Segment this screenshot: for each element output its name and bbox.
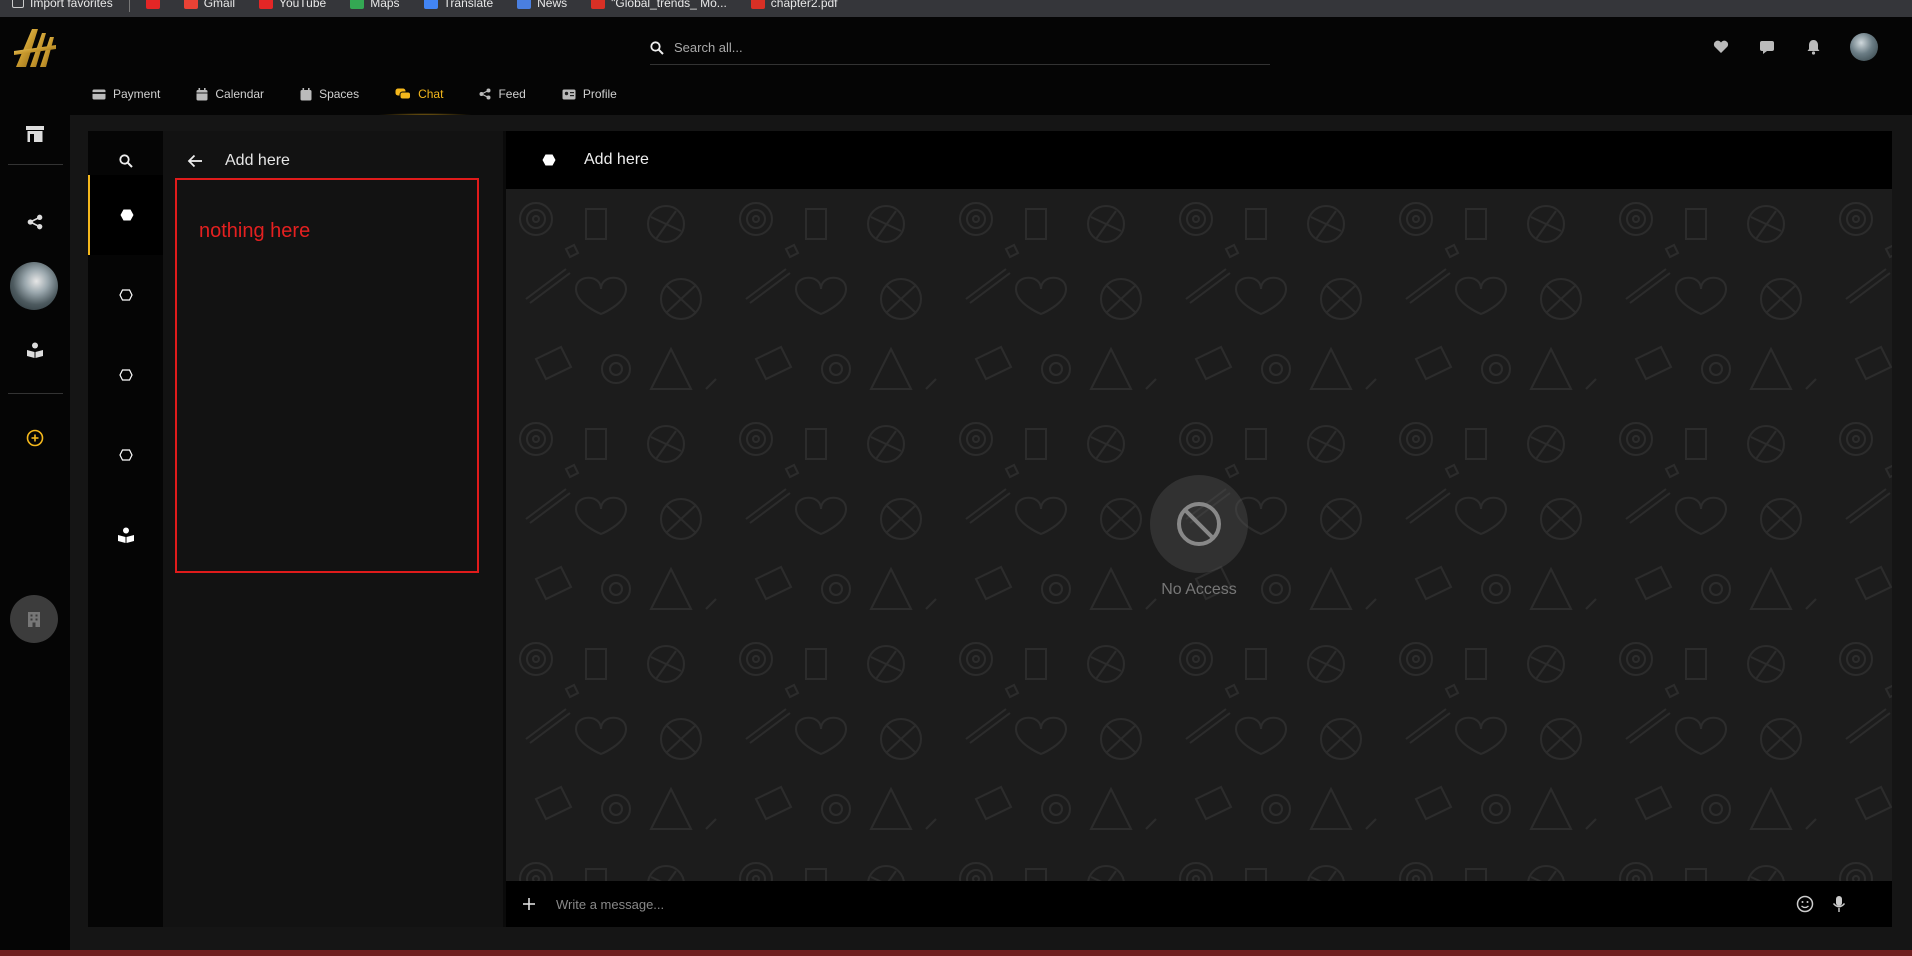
card-icon [92, 89, 106, 99]
bookmark-maps[interactable]: Maps [338, 0, 411, 10]
reader-icon [117, 527, 134, 543]
header-actions [1712, 33, 1878, 61]
back-arrow-icon[interactable] [187, 154, 203, 168]
prohibited-icon [1177, 502, 1221, 546]
hexagon-outline-icon [118, 449, 133, 461]
search-input[interactable] [674, 40, 1234, 55]
no-access-text: No Access [1161, 581, 1237, 598]
bookmark-chapter2[interactable]: chapter2.pdf [739, 0, 850, 10]
brand-logo[interactable] [12, 23, 58, 71]
hexagon-filled-icon [120, 209, 133, 221]
news-icon [517, 0, 532, 9]
bookmark-news[interactable]: News [505, 0, 579, 10]
bookmark-youtube[interactable]: YouTube [247, 0, 338, 10]
translate-icon [423, 0, 438, 9]
main-area: Add here nothing here Add here No Access… [70, 115, 1912, 950]
space-item-5[interactable] [88, 495, 163, 575]
heart-icon[interactable] [1712, 38, 1730, 56]
no-access-badge [1150, 475, 1248, 573]
hexagon-outline-icon [118, 369, 133, 381]
bookmark-separator [128, 0, 130, 12]
tab-calendar[interactable]: Calendar [196, 83, 286, 105]
rail-divider [8, 393, 63, 394]
empty-note: nothing here [199, 220, 311, 242]
space-item-1[interactable] [88, 175, 163, 255]
search-icon [118, 154, 133, 168]
bell-icon[interactable] [1804, 38, 1822, 56]
tab-feed[interactable]: Feed [479, 83, 547, 105]
store-icon[interactable] [20, 119, 50, 149]
microphone-icon[interactable] [1832, 895, 1846, 913]
annotation-box: nothing here [175, 178, 479, 573]
id-card-icon [562, 89, 576, 99]
main-nav-tabs: Payment Calendar Spaces Chat Feed Profil… [92, 83, 653, 119]
gmail-icon [183, 0, 198, 9]
share-icon[interactable] [20, 207, 50, 237]
tab-spaces[interactable]: Spaces [300, 83, 381, 105]
chat-window: Add here No Access Write a message... [506, 131, 1892, 927]
bookmark-youtube-short[interactable] [134, 0, 172, 9]
space-item-4[interactable] [88, 415, 163, 495]
share-icon [479, 88, 491, 100]
chat-icon [395, 88, 412, 99]
pdf-icon [591, 0, 606, 9]
bookmark-global-trends[interactable]: "Global_trends_ Mo... [579, 0, 739, 10]
hexagon-outline-icon [118, 289, 133, 301]
conversation-list: Add here nothing here [163, 131, 503, 927]
app-header: Payment Calendar Spaces Chat Feed Profil… [0, 17, 1912, 119]
building-button[interactable] [10, 595, 58, 643]
bookmark-gmail[interactable]: Gmail [172, 0, 247, 10]
rail-divider [8, 164, 63, 165]
spaces-icon [300, 87, 312, 100]
maps-icon [350, 0, 365, 9]
calendar-icon [196, 87, 208, 100]
hexagon-filled-icon [542, 154, 556, 166]
add-circle-icon[interactable] [20, 423, 50, 453]
import-icon [12, 0, 24, 8]
reader-icon[interactable] [20, 335, 50, 365]
tab-profile[interactable]: Profile [562, 83, 639, 105]
building-icon [28, 612, 40, 627]
messages-icon[interactable] [1758, 38, 1776, 56]
chat-panel: Add here nothing here Add here No Access… [88, 131, 1892, 927]
space-item-3[interactable] [88, 335, 163, 415]
bookmarks-bar: Import favorites Gmail YouTube Maps Tran… [0, 0, 1912, 17]
community-avatar[interactable] [10, 262, 58, 310]
youtube-icon [259, 0, 274, 9]
space-switcher [88, 131, 163, 927]
list-title: Add here [225, 152, 290, 169]
youtube-icon [145, 0, 160, 9]
global-search[interactable] [650, 31, 1270, 65]
message-composer [506, 881, 1892, 927]
chat-messages-area: No Access [506, 189, 1892, 881]
space-item-2[interactable] [88, 255, 163, 335]
emoji-icon[interactable] [1796, 895, 1814, 913]
no-access-state: No Access [1124, 475, 1274, 599]
bookmark-import-favorites[interactable]: Import favorites [0, 0, 125, 10]
message-input[interactable] [556, 896, 1756, 912]
chat-header: Add here [506, 131, 1892, 189]
os-taskbar-edge [0, 950, 1912, 956]
tab-chat[interactable]: Chat [372, 83, 478, 119]
chat-title: Add here [584, 151, 649, 168]
user-avatar[interactable] [1850, 33, 1878, 61]
plus-icon[interactable] [522, 897, 536, 911]
tab-payment[interactable]: Payment [92, 83, 182, 105]
search-icon [650, 40, 664, 55]
bookmark-translate[interactable]: Translate [412, 0, 506, 10]
left-rail [0, 115, 70, 950]
pdf-icon [750, 0, 765, 9]
